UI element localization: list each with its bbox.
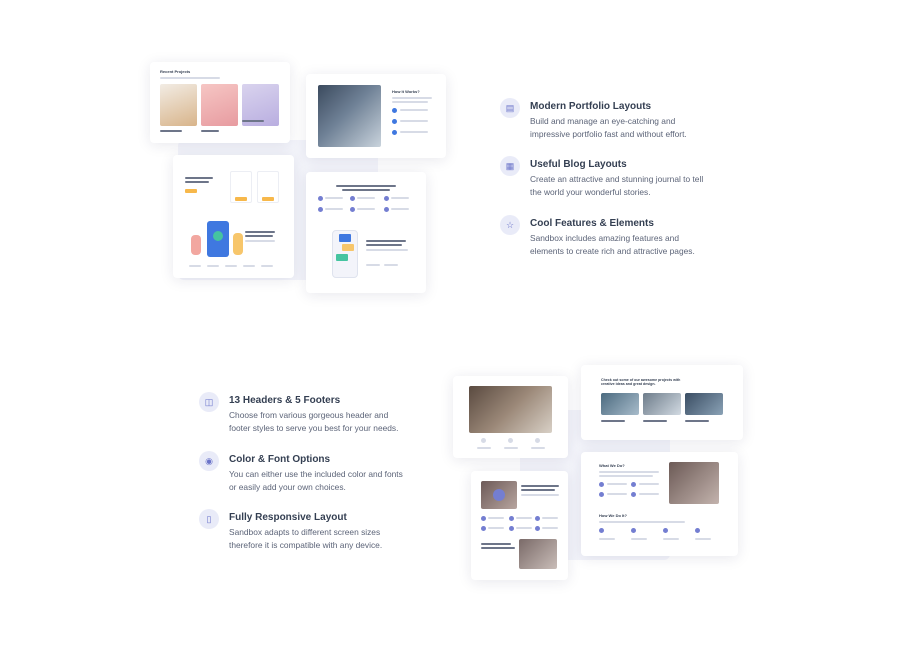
feature-title: Fully Responsive Layout <box>229 512 347 523</box>
person-illustration <box>191 235 201 255</box>
team-image <box>469 386 552 433</box>
project-image <box>160 84 197 126</box>
feature-description: Create an attractive and stunning journa… <box>530 174 704 197</box>
shield-icon <box>213 231 223 241</box>
project-image <box>643 393 681 415</box>
feature-description: Build and manage an eye-catching and imp… <box>530 116 687 139</box>
play-icon[interactable] <box>493 489 505 501</box>
preview-app-features <box>306 172 426 293</box>
project-image <box>685 393 723 415</box>
palette-icon: ◉ <box>199 451 219 471</box>
feature-title: Cool Features & Elements <box>530 218 654 229</box>
layout-icon: ◫ <box>199 392 219 412</box>
feature-title: 13 Headers & 5 Footers <box>229 395 341 406</box>
preview-title: How It Works? <box>392 89 420 94</box>
window-icon: ▤ <box>500 98 520 118</box>
gallery-image <box>519 539 557 569</box>
feature-description: Sandbox includes amazing features and el… <box>530 233 695 256</box>
feature-title: Color & Font Options <box>229 454 331 465</box>
preview-title: How We Do It? <box>599 513 627 518</box>
project-image <box>201 84 238 126</box>
preview-how-it-works: How It Works? <box>306 74 446 158</box>
preview-title: Check out some of our awesome projects w… <box>601 378 681 387</box>
feature-description: Choose from various gorgeous header and … <box>229 410 399 433</box>
preview-what-we-do: What We Do? How We Do It? <box>581 452 738 556</box>
preview-about-video <box>471 471 568 580</box>
calendar-icon: ▦ <box>500 156 520 176</box>
preview-title: Recent Projects <box>160 69 191 74</box>
preview-pricing <box>173 155 294 278</box>
preview-recent-projects: Recent Projects <box>150 62 290 143</box>
feature-title: Useful Blog Layouts <box>530 159 627 170</box>
star-icon: ☆ <box>500 215 520 235</box>
tablet-icon: ▯ <box>199 509 219 529</box>
preview-check-projects: Check out some of our awesome projects w… <box>581 365 743 440</box>
feature-description: You can either use the included color an… <box>229 469 403 492</box>
preview-title: What We Do? <box>599 463 625 468</box>
preview-team-office <box>453 376 568 458</box>
person-illustration <box>233 233 243 255</box>
office-image <box>318 85 381 147</box>
collage-image <box>669 462 719 504</box>
feature-title: Modern Portfolio Layouts <box>530 101 652 112</box>
project-image <box>601 393 639 415</box>
feature-description: Sandbox adapts to different screen sizes… <box>229 527 383 550</box>
